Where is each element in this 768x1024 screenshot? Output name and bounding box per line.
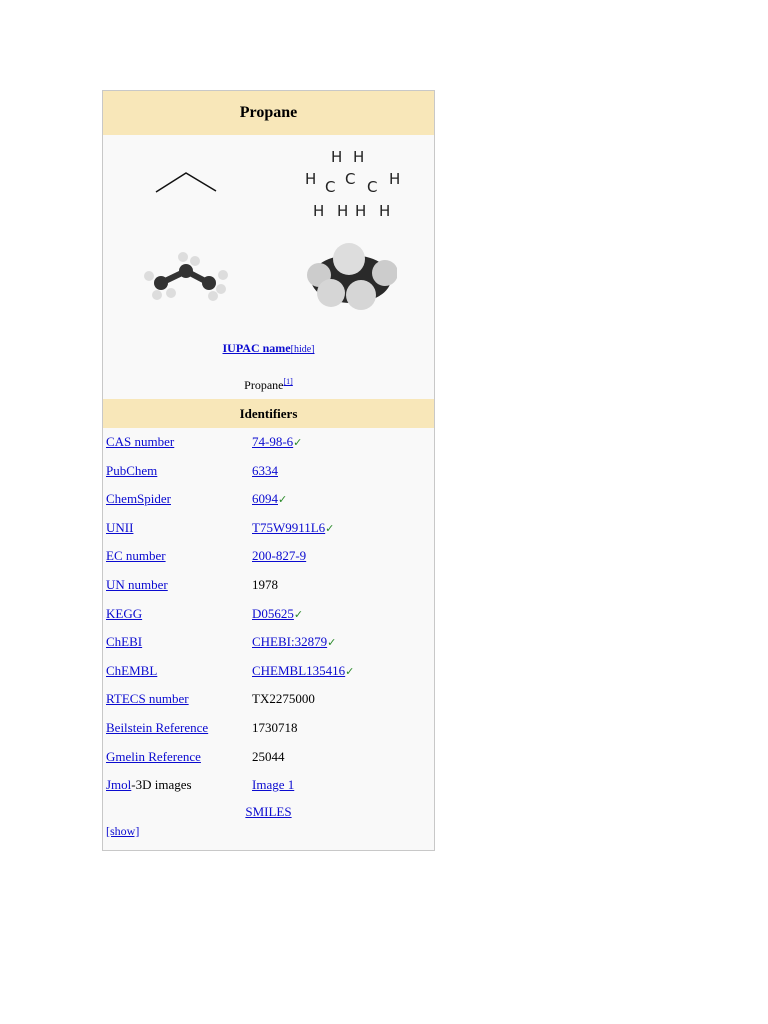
chembox-infobox: Propane HH HCH CC HHHH IUPAC name[hide] … [102,90,435,851]
jmol-suffix: -3D images [131,777,192,793]
verified-check-icon: ✓ [293,608,304,621]
jmol-link[interactable]: Jmol [106,777,131,792]
identifier-value-link[interactable]: D05625 [252,606,294,621]
verified-check-icon: ✓ [345,665,355,678]
identifier-value-link[interactable]: 6094 [252,491,278,506]
verified-check-icon: ✓ [293,437,303,449]
identifier-value-link[interactable]: CHEBI:32879 [252,634,327,649]
svg-text:H: H [305,170,316,188]
identifiers-table: CAS number 74-98-6✓ PubChem 6334 ChemSpider 6… [103,428,434,771]
smiles-show-toggle[interactable]: [show] [106,824,139,838]
iupac-name-value: Propane [244,378,284,392]
identifier-value-link[interactable]: 74-98-6 [252,434,293,449]
identifiers-header: Identifiers [103,399,434,428]
identifier-row: ChEMBL CHEMBL135416✓ [103,657,434,686]
identifier-key-link[interactable]: Gmelin Reference [106,749,201,764]
identifier-value-link[interactable]: T75W9911L6 [252,520,325,535]
identifier-row: RTECS number TX2275000 [103,685,434,714]
identifier-row: KEGG D05625✓ [103,600,434,629]
svg-text:C: C [345,170,355,188]
identifier-value-link[interactable]: 6334 [252,463,278,478]
structure-images-row: HH HCH CC HHHH [103,135,434,229]
identifier-key-link[interactable]: ChemSpider [106,491,171,506]
identifier-row: UNII T75W9911L6✓ [103,514,434,543]
identifier-row: PubChem 6334 [103,457,434,486]
ball-and-stick-model-image[interactable] [103,251,269,301]
identifier-row: Beilstein Reference 1730718 [103,714,434,743]
identifier-value-link[interactable]: 200-827-9 [252,548,306,563]
skeletal-formula-image[interactable] [103,170,269,194]
identifier-key-link[interactable]: RTECS number [106,691,189,706]
identifier-value: 1978 [252,576,278,592]
identifier-value-link[interactable]: CHEMBL135416 [252,663,345,678]
jmol-row: Jmol-3D images Image 1 [103,771,434,800]
svg-text:H: H [313,202,324,218]
space-filling-model-image[interactable] [269,241,435,311]
reference-link[interactable]: [1] [284,377,293,386]
svg-text:H: H [389,170,400,188]
identifier-key-link[interactable]: UN number [106,577,168,592]
iupac-hide-toggle[interactable]: [hide] [291,344,315,355]
svg-text:H: H [379,202,390,218]
identifier-row: CAS number 74-98-6✓ [103,428,434,457]
identifier-key-link[interactable]: ChEBI [106,634,142,649]
svg-text:C: C [325,178,335,196]
identifier-row: ChEBI CHEBI:32879✓ [103,628,434,657]
3d-models-row [103,229,434,323]
infobox-title: Propane [103,91,434,135]
identifier-key-link[interactable]: EC number [106,548,166,563]
iupac-name-section: IUPAC name[hide] Propane[1] [103,323,434,399]
identifier-key-link[interactable]: ChEMBL [106,663,157,678]
iupac-name-link[interactable]: IUPAC name [223,341,291,355]
verified-check-icon: ✓ [278,494,288,507]
identifier-key-link[interactable]: CAS number [106,434,174,449]
svg-text:H: H [353,148,364,166]
identifier-key-link[interactable]: PubChem [106,463,157,478]
identifier-value: 1730718 [252,719,298,735]
verified-check-icon: ✓ [327,637,337,650]
structural-formula-image[interactable]: HH HCH CC HHHH [269,146,435,218]
identifier-value: TX2275000 [252,691,315,707]
svg-text:H: H [331,148,342,166]
identifier-key-link[interactable]: Beilstein Reference [106,720,208,735]
identifier-row: ChemSpider 6094✓ [103,485,434,514]
smiles-link[interactable]: SMILES [245,804,291,819]
identifier-value: 25044 [252,748,285,764]
svg-text:C: C [367,178,377,196]
identifier-row: EC number 200-827-9 [103,542,434,571]
identifier-key-link[interactable]: UNII [106,520,133,535]
jmol-image-link[interactable]: Image 1 [252,777,294,792]
identifier-row: UN number 1978 [103,571,434,600]
identifier-key-link[interactable]: KEGG [106,606,142,621]
svg-text:H: H [355,202,366,218]
svg-text:H: H [337,202,348,218]
identifier-row: Gmelin Reference 25044 [103,743,434,772]
verified-check-icon: ✓ [325,522,335,535]
